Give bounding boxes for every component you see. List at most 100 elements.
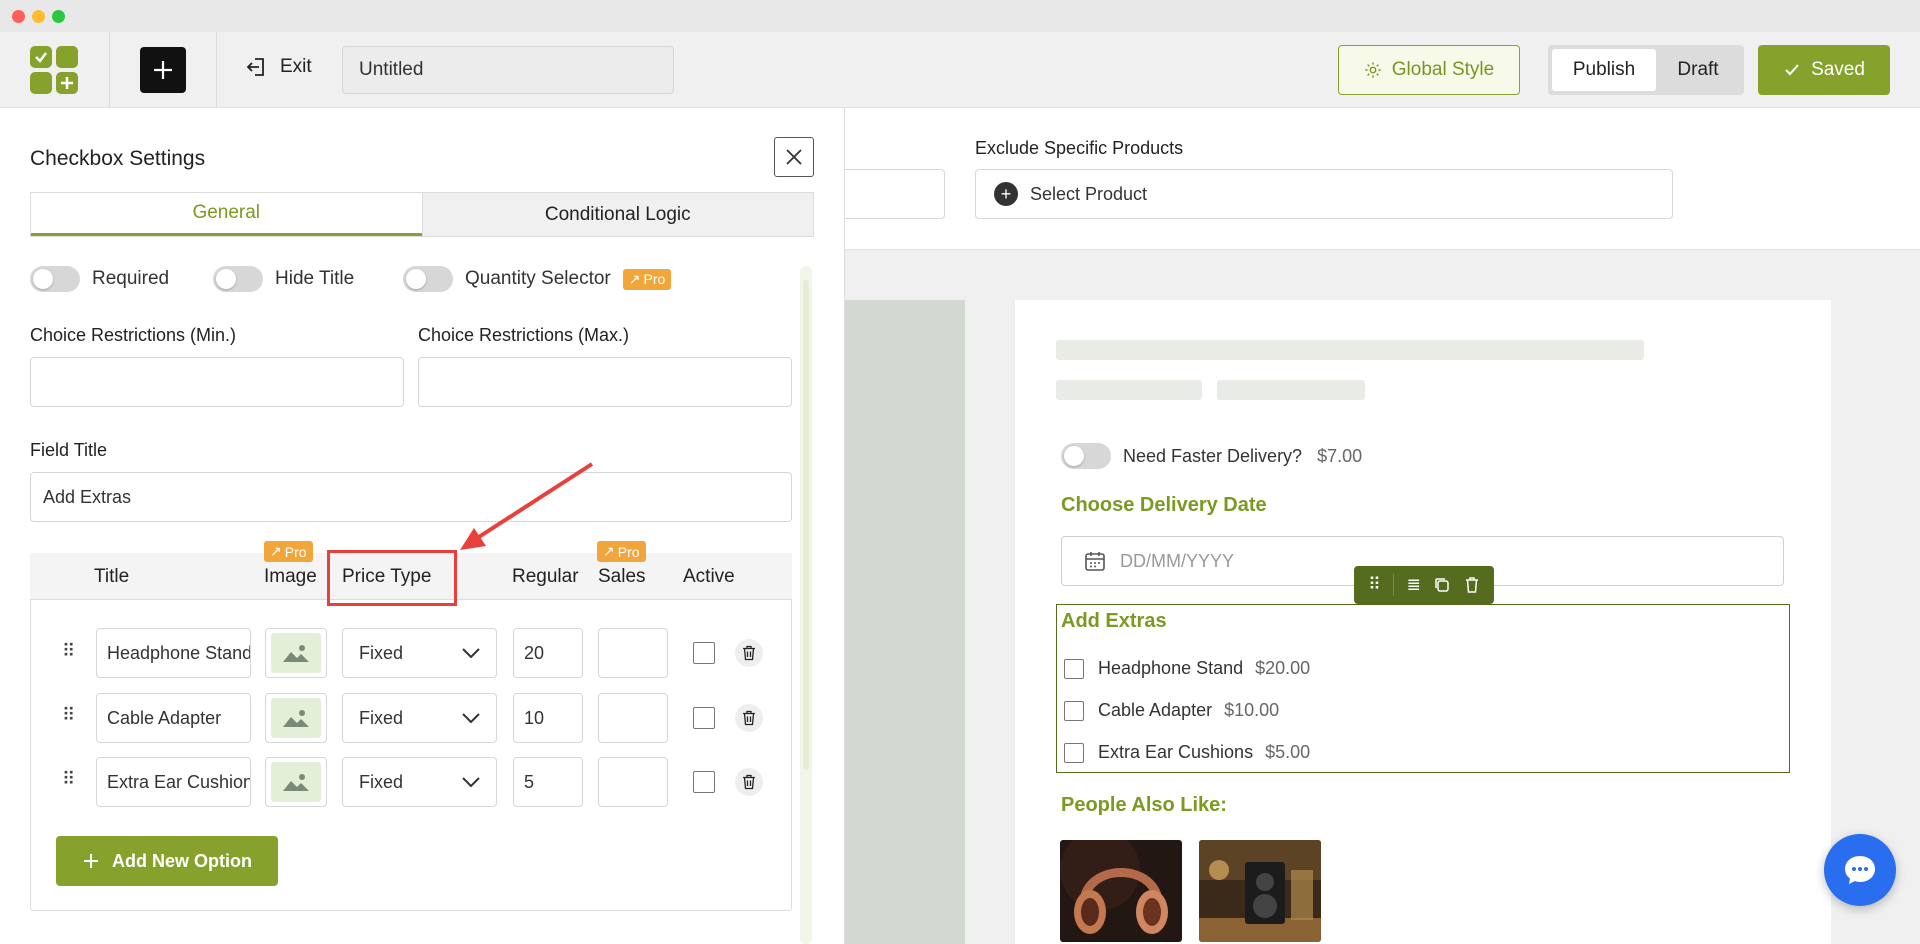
col-sales: Sales: [598, 566, 646, 587]
faster-delivery-label: Need Faster Delivery? $7.00: [1123, 446, 1363, 466]
option-image-upload[interactable]: [265, 628, 327, 678]
maximize-window-button[interactable]: [52, 10, 65, 23]
col-image: Image: [264, 566, 317, 587]
image-pro-badge: ↗ Pro: [264, 541, 313, 562]
sales-price-input[interactable]: [598, 757, 668, 807]
minimize-window-button[interactable]: [32, 10, 45, 23]
row-drag-handle-icon[interactable]: ⠿: [62, 705, 75, 726]
chat-support-button[interactable]: [1824, 834, 1896, 906]
tab-conditional-logic[interactable]: Conditional Logic: [421, 193, 813, 236]
delete-option-button[interactable]: [735, 639, 763, 667]
plus-icon: [84, 854, 98, 868]
col-active: Active: [683, 566, 735, 587]
panel-scrollbar-thumb[interactable]: [803, 280, 809, 770]
date-placeholder: DD/MM/YYYY: [1120, 550, 1235, 571]
extra-checkbox[interactable]: [1064, 658, 1084, 679]
delete-option-button[interactable]: [735, 704, 763, 732]
trash-icon[interactable]: [1464, 576, 1480, 594]
close-icon: [786, 149, 802, 165]
hide-title-toggle-row[interactable]: Hide Title: [213, 266, 354, 292]
add-extras-title: Add Extras: [1061, 610, 1167, 632]
sales-price-input[interactable]: [598, 693, 668, 743]
extra-option-item[interactable]: Extra Ear Cushions $5.00: [1064, 742, 1310, 763]
speaker-product-image[interactable]: [1199, 840, 1321, 942]
price-type-select[interactable]: Fixed: [342, 628, 497, 678]
regular-price-input[interactable]: 5: [513, 757, 583, 807]
publish-button[interactable]: Publish: [1552, 49, 1656, 91]
faster-delivery-toggle[interactable]: [1061, 443, 1111, 469]
required-toggle-row[interactable]: Required: [30, 266, 169, 292]
image-icon: [283, 645, 309, 662]
image-icon: [283, 710, 309, 727]
option-title-input[interactable]: Headphone Stand: [96, 628, 251, 678]
price-type-select[interactable]: Fixed: [342, 693, 497, 743]
check-icon: [1785, 64, 1799, 76]
active-checkbox[interactable]: [693, 771, 715, 793]
extra-checkbox[interactable]: [1064, 700, 1084, 721]
extra-checkbox[interactable]: [1064, 742, 1084, 763]
hide-title-toggle[interactable]: [213, 266, 263, 292]
quantity-selector-toggle[interactable]: [403, 266, 453, 292]
close-panel-button[interactable]: [774, 137, 814, 177]
choice-max-input[interactable]: [418, 357, 792, 407]
image-icon: [283, 774, 309, 791]
required-toggle[interactable]: [30, 266, 80, 292]
option-title-input[interactable]: Cable Adapter: [96, 693, 251, 743]
exclude-products-label: Exclude Specific Products: [975, 138, 1184, 158]
extra-option-item[interactable]: Cable Adapter $10.00: [1064, 700, 1279, 721]
hide-title-label: Hide Title: [275, 268, 355, 289]
option-title-input[interactable]: Extra Ear Cushions: [96, 757, 251, 807]
add-element-button[interactable]: [140, 47, 186, 93]
field-title-input[interactable]: Add Extras: [30, 472, 792, 522]
price-type-select[interactable]: Fixed: [342, 757, 497, 807]
exit-button[interactable]: Exit: [246, 56, 312, 78]
gear-icon: [1365, 62, 1381, 78]
draft-button[interactable]: Draft: [1656, 49, 1740, 91]
trash-icon: [743, 774, 755, 790]
headphones-product-image[interactable]: [1060, 840, 1182, 942]
skeleton-line: [1217, 380, 1365, 400]
panel-title: Checkbox Settings: [30, 147, 206, 170]
global-style-button[interactable]: Global Style: [1338, 45, 1520, 95]
extra-option-item[interactable]: Headphone Stand $20.00: [1064, 658, 1310, 679]
price-type-value: Fixed: [359, 642, 404, 663]
drag-handle-icon[interactable]: ⠿: [1368, 575, 1380, 595]
plus-circle-icon: +: [994, 182, 1018, 206]
col-regular: Regular: [512, 566, 579, 587]
select-product-input[interactable]: + Select Product: [975, 169, 1673, 219]
settings-tabs: General Conditional Logic: [30, 192, 814, 237]
row-drag-handle-icon[interactable]: ⠿: [62, 769, 75, 790]
row-drag-handle-icon[interactable]: ⠿: [62, 641, 75, 662]
active-checkbox[interactable]: [693, 707, 715, 729]
add-new-option-button[interactable]: Add New Option: [56, 836, 278, 886]
trend-up-icon: ↗: [603, 543, 615, 559]
choice-min-input[interactable]: [30, 357, 404, 407]
people-also-like-title: People Also Like:: [1061, 794, 1227, 816]
option-image-upload[interactable]: [265, 693, 327, 743]
required-label: Required: [92, 268, 170, 289]
toolbar-divider: [109, 32, 110, 108]
extra-label: Extra Ear Cushions: [1098, 742, 1254, 762]
quantity-selector-toggle-row[interactable]: Quantity Selector ↗ Pro: [403, 266, 672, 292]
include-products-input[interactable]: [845, 169, 945, 219]
document-title-input[interactable]: Untitled: [342, 46, 674, 94]
canvas-sidebar-placeholder: [845, 300, 965, 944]
extra-price: $20.00: [1255, 658, 1311, 678]
align-icon[interactable]: ≣: [1407, 575, 1421, 595]
add-new-option-label: Add New Option: [112, 850, 252, 871]
sales-price-input[interactable]: [598, 628, 668, 678]
publish-status-toggle: Publish Draft: [1548, 45, 1744, 95]
active-checkbox[interactable]: [693, 642, 715, 664]
quantity-selector-label: Quantity Selector: [465, 268, 611, 289]
option-image-upload[interactable]: [265, 757, 327, 807]
tab-general[interactable]: General: [31, 193, 422, 236]
exit-label: Exit: [280, 56, 312, 77]
trend-up-icon: ↗: [628, 270, 641, 287]
col-title: Title: [94, 566, 130, 587]
regular-price-input[interactable]: 20: [513, 628, 583, 678]
close-window-button[interactable]: [12, 10, 25, 23]
duplicate-icon[interactable]: [1433, 576, 1451, 594]
delete-option-button[interactable]: [735, 768, 763, 796]
regular-price-input[interactable]: 10: [513, 693, 583, 743]
saved-button[interactable]: Saved: [1758, 45, 1890, 95]
